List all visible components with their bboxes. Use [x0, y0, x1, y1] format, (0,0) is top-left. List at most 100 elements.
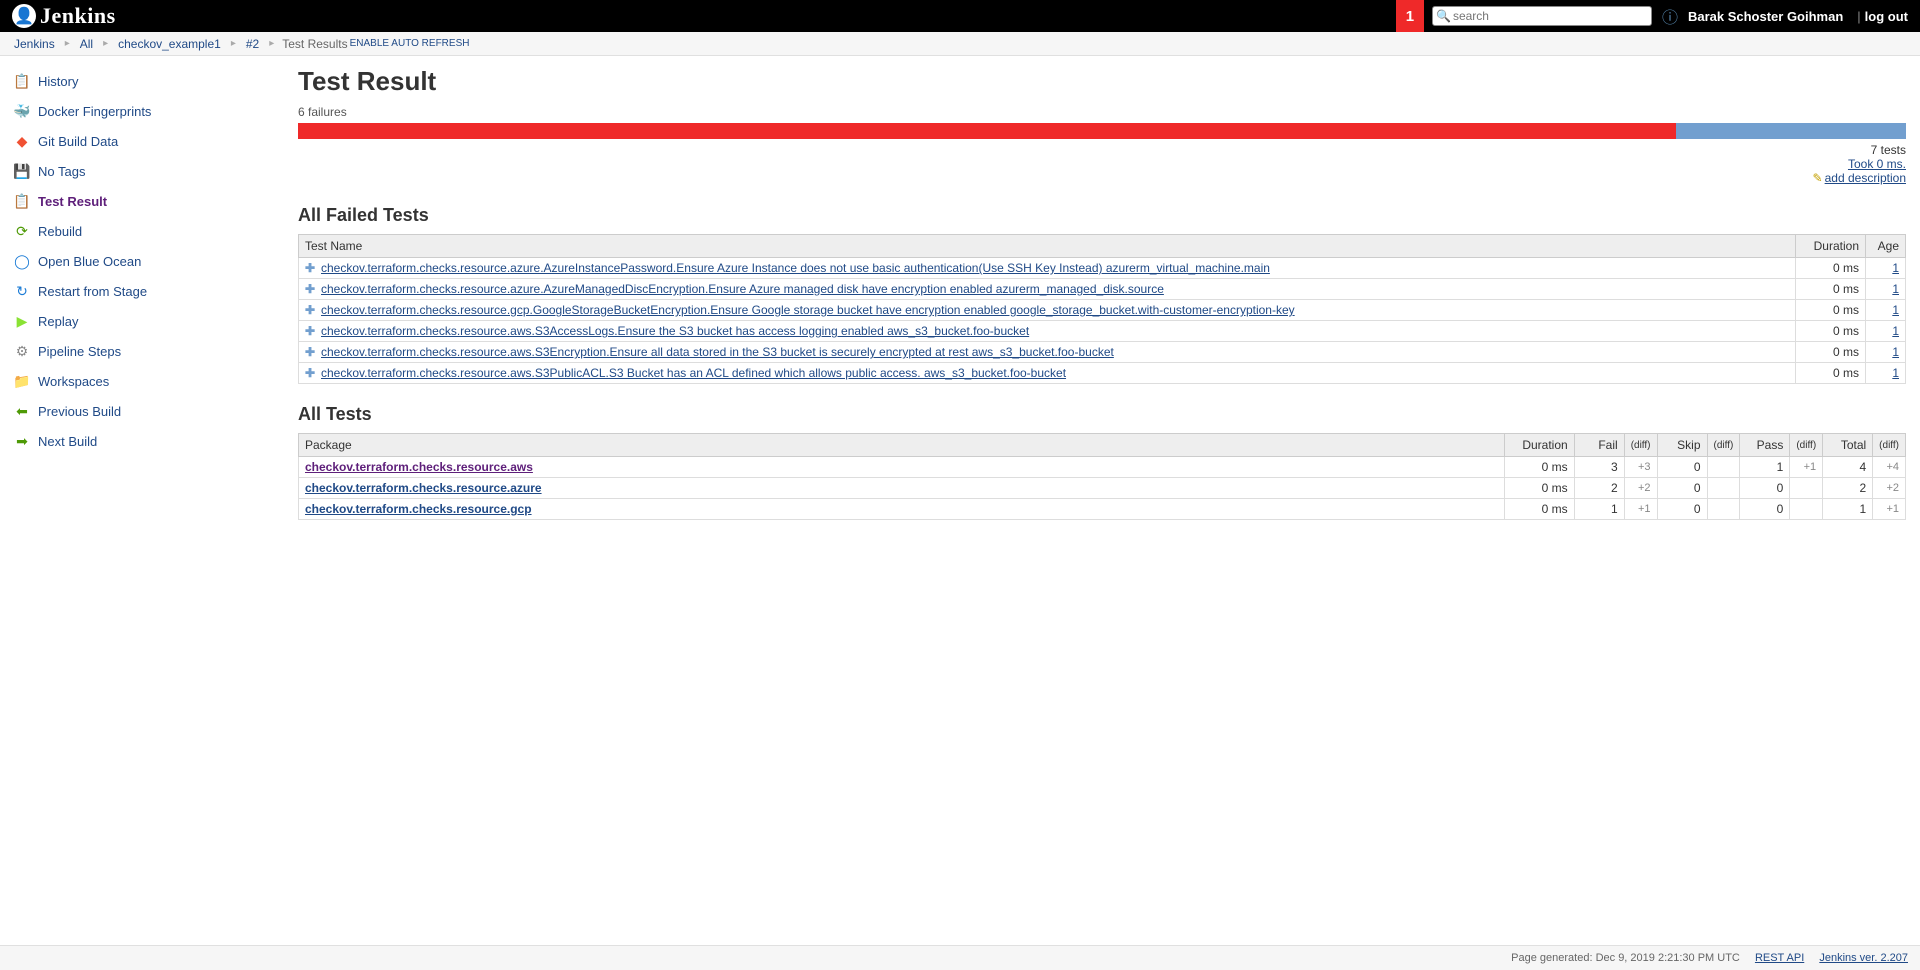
pkg-duration: 0 ms [1504, 457, 1574, 478]
breadcrumb-job[interactable]: checkov_example1 [118, 37, 221, 51]
sidebar-item-open-blue-ocean[interactable]: ◯Open Blue Ocean [12, 246, 290, 276]
test-duration: 0 ms [1796, 342, 1866, 363]
test-duration: 0 ms [1796, 321, 1866, 342]
sidebar-item-previous-build[interactable]: ⬅Previous Build [12, 396, 290, 426]
test-age: 1 [1866, 363, 1906, 384]
pkg-pass: 0 [1740, 499, 1790, 520]
col-package[interactable]: Package [299, 434, 1505, 457]
col-pass[interactable]: Pass [1740, 434, 1790, 457]
col-skip[interactable]: Skip [1657, 434, 1707, 457]
search-icon: 🔍 [1436, 9, 1451, 23]
sidebar-item-next-build[interactable]: ➡Next Build [12, 426, 290, 456]
table-row: checkov.terraform.checks.resource.aws 0 … [299, 457, 1906, 478]
expand-icon[interactable]: ✚ [305, 345, 317, 359]
col-duration-all[interactable]: Duration [1504, 434, 1574, 457]
jenkins-logo-text[interactable]: Jenkins [40, 3, 116, 29]
col-age[interactable]: Age [1866, 235, 1906, 258]
sidebar-item-label[interactable]: Previous Build [38, 404, 121, 419]
all-tests-heading: All Tests [298, 404, 1906, 425]
sidebar-icon: ⟳ [12, 221, 32, 241]
sidebar-item-git-build-data[interactable]: ◆Git Build Data [12, 126, 290, 156]
pkg-pass: 1 [1740, 457, 1790, 478]
breadcrumb-jenkins[interactable]: Jenkins [14, 37, 55, 51]
sidebar-item-test-result[interactable]: 📋 Test Result [12, 186, 290, 216]
footer-generated: Page generated: Dec 9, 2019 2:21:30 PM U… [1511, 952, 1740, 964]
test-name-link[interactable]: checkov.terraform.checks.resource.azure.… [321, 261, 1270, 275]
package-link[interactable]: checkov.terraform.checks.resource.azure [305, 481, 542, 495]
sidebar-item-label[interactable]: Replay [38, 314, 78, 329]
sidebar-item-label[interactable]: Pipeline Steps [38, 344, 121, 359]
sidebar-item-label[interactable]: Workspaces [38, 374, 109, 389]
add-description-link[interactable]: add description [1825, 171, 1906, 185]
expand-icon[interactable]: ✚ [305, 366, 317, 380]
sidebar-item-label[interactable]: Git Build Data [38, 134, 118, 149]
sidebar-item-rebuild[interactable]: ⟳ Rebuild [12, 216, 290, 246]
test-name-link[interactable]: checkov.terraform.checks.resource.azure.… [321, 282, 1164, 296]
breadcrumb-build[interactable]: #2 [246, 37, 259, 51]
notification-badge[interactable]: 1 [1396, 0, 1424, 32]
sidebar-item-label[interactable]: Docker Fingerprints [38, 104, 151, 119]
test-name-link[interactable]: checkov.terraform.checks.resource.aws.S3… [321, 345, 1114, 359]
test-age: 1 [1866, 279, 1906, 300]
pkg-fail: 2 [1574, 478, 1624, 499]
pkg-pass-diff: +1 [1790, 457, 1823, 478]
progress-pass-segment [1676, 123, 1906, 139]
sidebar-item-label[interactable]: Next Build [38, 434, 97, 449]
failures-summary: 6 failures [298, 105, 1906, 119]
sidebar-item-replay[interactable]: ▶Replay [12, 306, 290, 336]
expand-icon[interactable]: ✚ [305, 324, 317, 338]
sidebar-item-workspaces[interactable]: 📁 Workspaces [12, 366, 290, 396]
col-pass-diff: (diff) [1790, 434, 1823, 457]
table-row: ✚ checkov.terraform.checks.resource.gcp.G… [299, 300, 1906, 321]
table-row: ✚ checkov.terraform.checks.resource.azure… [299, 258, 1906, 279]
sidebar-item-docker-fingerprints[interactable]: 🐳Docker Fingerprints [12, 96, 290, 126]
table-row: ✚ checkov.terraform.checks.resource.aws.S… [299, 321, 1906, 342]
expand-icon[interactable]: ✚ [305, 261, 317, 275]
total-tests: 7 tests [298, 143, 1906, 157]
col-duration[interactable]: Duration [1796, 235, 1866, 258]
progress-fail-segment [298, 123, 1676, 139]
logout-link[interactable]: log out [1865, 9, 1908, 24]
col-test-name[interactable]: Test Name [299, 235, 1796, 258]
pkg-fail-diff: +1 [1624, 499, 1657, 520]
test-name-link[interactable]: checkov.terraform.checks.resource.gcp.Go… [321, 303, 1295, 317]
took-link[interactable]: Took 0 ms. [1848, 157, 1906, 171]
jenkins-logo-icon[interactable]: 👤 [12, 4, 36, 28]
enable-auto-refresh-link[interactable]: ENABLE AUTO REFRESH [350, 38, 470, 49]
user-name[interactable]: Barak Schoster Goihman [1688, 9, 1843, 24]
expand-icon[interactable]: ✚ [305, 282, 317, 296]
sidebar-icon: 📋 [12, 191, 32, 211]
package-link[interactable]: checkov.terraform.checks.resource.aws [305, 460, 533, 474]
test-duration: 0 ms [1796, 363, 1866, 384]
sidebar-icon: 💾 [12, 161, 32, 181]
jenkins-version-link[interactable]: Jenkins ver. 2.207 [1819, 952, 1908, 964]
pkg-total: 4 [1823, 457, 1873, 478]
sidebar-item-no-tags[interactable]: 💾 No Tags [12, 156, 290, 186]
sidebar-item-pipeline-steps[interactable]: ⚙Pipeline Steps [12, 336, 290, 366]
sidebar-item-label[interactable]: Test Result [38, 194, 107, 209]
pkg-total-diff: +1 [1873, 499, 1906, 520]
pkg-duration: 0 ms [1504, 478, 1574, 499]
sidebar-item-label[interactable]: History [38, 74, 78, 89]
rest-api-link[interactable]: REST API [1755, 952, 1804, 964]
test-name-link[interactable]: checkov.terraform.checks.resource.aws.S3… [321, 324, 1029, 338]
test-age: 1 [1866, 258, 1906, 279]
package-link[interactable]: checkov.terraform.checks.resource.gcp [305, 502, 532, 516]
sidebar-item-label[interactable]: Rebuild [38, 224, 82, 239]
col-total[interactable]: Total [1823, 434, 1873, 457]
search-input[interactable] [1432, 6, 1652, 26]
sidebar-item-label[interactable]: No Tags [38, 164, 85, 179]
table-row: ✚ checkov.terraform.checks.resource.aws.S… [299, 342, 1906, 363]
sidebar-icon: 📁 [12, 371, 32, 391]
sidebar-item-history[interactable]: 📋History [12, 66, 290, 96]
sidebar-item-restart-from-stage[interactable]: ↻Restart from Stage [12, 276, 290, 306]
help-icon[interactable]: ⓘ [1662, 4, 1678, 28]
expand-icon[interactable]: ✚ [305, 303, 317, 317]
test-name-link[interactable]: checkov.terraform.checks.resource.aws.S3… [321, 366, 1066, 380]
breadcrumb-all[interactable]: All [80, 37, 93, 51]
sidebar-item-label[interactable]: Restart from Stage [38, 284, 147, 299]
test-duration: 0 ms [1796, 279, 1866, 300]
test-progress-bar [298, 123, 1906, 139]
sidebar-item-label[interactable]: Open Blue Ocean [38, 254, 141, 269]
col-fail[interactable]: Fail [1574, 434, 1624, 457]
